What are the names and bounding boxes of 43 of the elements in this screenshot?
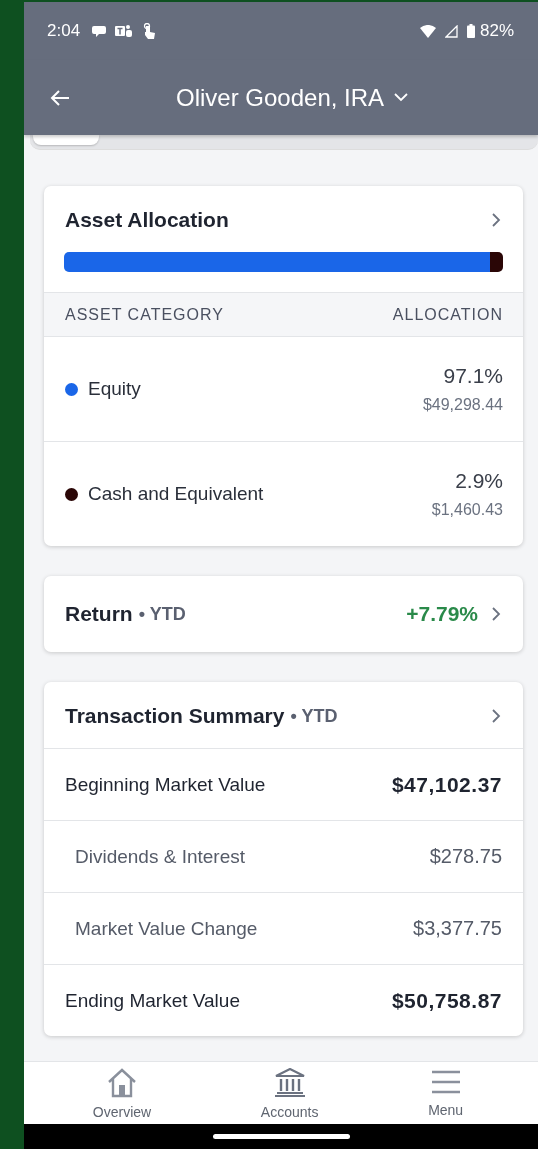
column-header: ASSET CATEGORY: [65, 306, 224, 324]
nav-tab[interactable]: Overview: [72, 1062, 172, 1124]
battery-icon: [466, 24, 475, 38]
nav-tab[interactable]: Accounts: [240, 1062, 339, 1124]
wifi-icon: [419, 24, 436, 38]
card-title: Transaction Summary: [65, 704, 285, 728]
row-label: Market Value Change: [75, 917, 258, 940]
period-label: • YTD: [290, 705, 338, 727]
row-value: $47,102.37: [391, 772, 502, 797]
signal-icon: [444, 24, 458, 38]
card-title: Asset Allocation: [65, 208, 229, 232]
teams-icon: [115, 24, 134, 38]
chevron-right-icon[interactable]: [492, 213, 501, 227]
chevron-down-icon: [394, 93, 409, 102]
return-card[interactable]: Return • YTD +7.79%: [44, 576, 523, 652]
allocation-percent: 2.9%: [455, 469, 503, 493]
row-label: Dividends & Interest: [75, 845, 246, 868]
chevron-right-icon[interactable]: [492, 709, 501, 723]
status-time: 2:04: [47, 21, 81, 41]
row-value: $3,377.75: [413, 917, 502, 940]
period-label: • YTD: [138, 603, 186, 625]
card-title: Return: [65, 602, 133, 626]
allocation-amount: $49,298.44: [422, 396, 503, 414]
bank-icon: [273, 1068, 306, 1098]
allocation-percent: 97.1%: [443, 364, 503, 388]
row-label: Beginning Market Value: [65, 773, 266, 796]
column-header: ALLOCATION: [392, 306, 503, 324]
touch-icon: [142, 23, 157, 39]
account-selector[interactable]: Oliver Gooden, IRA: [176, 83, 409, 112]
back-arrow-icon: [50, 88, 70, 107]
row-value: $278.75: [429, 845, 502, 868]
menu-icon: [430, 1068, 461, 1096]
allocation-amount: $1,460.43: [431, 501, 503, 519]
battery-level: 82%: [479, 21, 514, 41]
nav-tab[interactable]: Menu: [408, 1062, 484, 1124]
category-name: Cash and Equivalent: [88, 483, 265, 505]
chat-icon: [92, 24, 107, 38]
category-name: Equity: [88, 378, 142, 400]
home-icon: [106, 1068, 138, 1098]
return-value: +7.79%: [406, 602, 478, 626]
chevron-right-icon: [492, 607, 501, 621]
row-label: Ending Market Value: [65, 989, 240, 1012]
row-value: $50,758.87: [391, 988, 502, 1013]
